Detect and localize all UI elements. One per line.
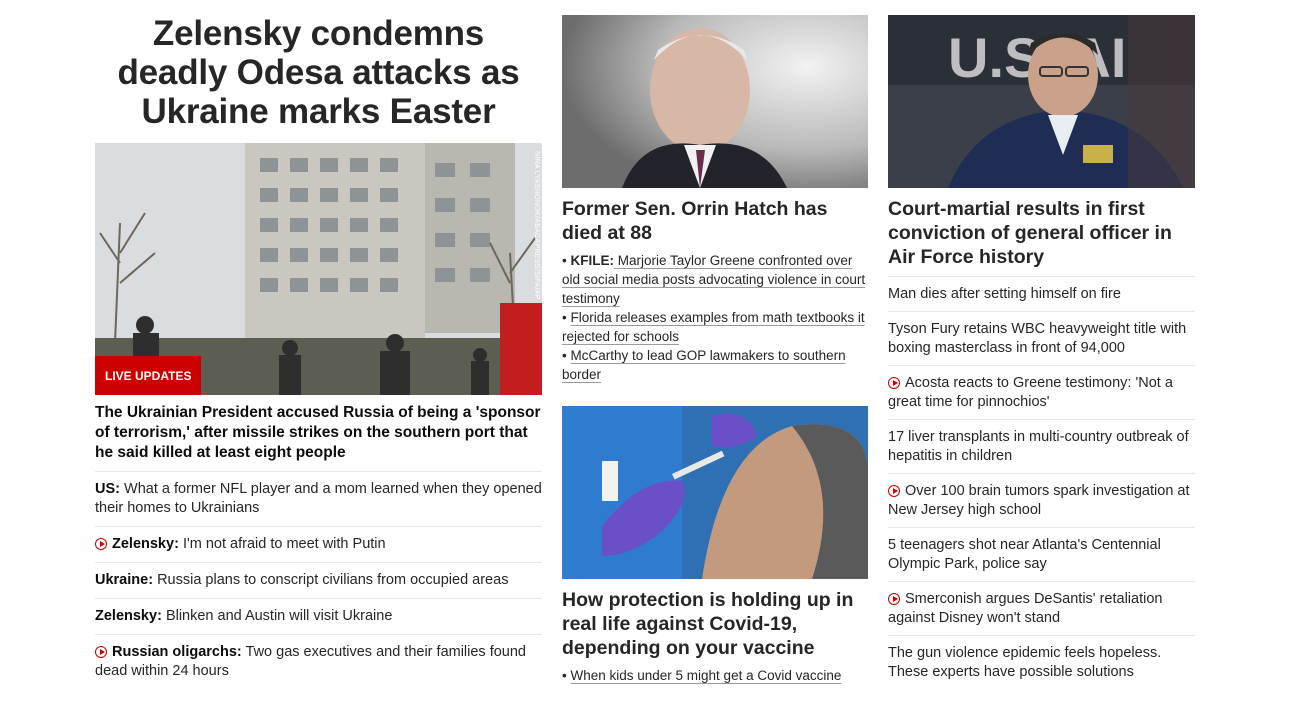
item-text: Over 100 brain tumors spark investigatio… (888, 483, 1190, 518)
headline-item[interactable]: Acosta reacts to Greene testimony: 'Not … (888, 366, 1195, 420)
bullet-text: McCarthy to lead GOP lawmakers to southe… (562, 348, 846, 382)
bullet-item: • McCarthy to lead GOP lawmakers to sout… (562, 348, 846, 382)
photo-credit: NINA LYASHONOK/ABACAPRESS/SIPA/AP (533, 151, 540, 300)
lead-headline: Zelensky condemns deadly Odesa attacks a… (117, 14, 520, 131)
hatch-headline-link[interactable]: Former Sen. Orrin Hatch has died at 88 (562, 197, 868, 245)
vaccine-bullets: • When kids under 5 might get a Covid va… (562, 666, 868, 685)
bullet-link[interactable]: When kids under 5 might get a Covid vacc… (570, 668, 841, 683)
bullet-label: KFILE: (570, 253, 614, 268)
headline-item[interactable]: 5 teenagers shot near Atlanta's Centenni… (888, 528, 1195, 582)
vaccine-injection-photo (562, 406, 868, 579)
bullet-link[interactable]: KFILE: Marjorie Taylor Greene confronted… (562, 253, 865, 306)
general-image[interactable]: U.S. AI (888, 15, 1195, 188)
related-item[interactable]: Ukraine: Russia plans to conscript civil… (95, 563, 542, 599)
play-video-icon (95, 538, 107, 550)
general-headline: Court-martial results in first convictio… (888, 197, 1195, 277)
hatch-bullets: • KFILE: Marjorie Taylor Greene confront… (562, 251, 868, 384)
item-text: Man dies after setting himself on fire (888, 286, 1121, 302)
item-text: Smerconish argues DeSantis' retaliation … (888, 591, 1163, 626)
lead-story-column: Zelensky condemns deadly Odesa attacks a… (95, 0, 542, 689)
right-column: U.S. AI Court-martial results in first c… (888, 0, 1195, 689)
hatch-headline: Former Sen. Orrin Hatch has died at 88 (562, 198, 828, 244)
bullet-item: • Florida releases examples from math te… (562, 310, 865, 344)
bullet-item: • When kids under 5 might get a Covid va… (562, 668, 842, 683)
headline-item[interactable]: Man dies after setting himself on fire (888, 277, 1195, 312)
bullet-link[interactable]: Florida releases examples from math text… (562, 310, 865, 344)
related-item[interactable]: Zelensky: I'm not afraid to meet with Pu… (95, 527, 542, 563)
item-label: Zelensky: (112, 536, 179, 552)
bullet-text: When kids under 5 might get a Covid vacc… (570, 668, 842, 683)
headline-item[interactable]: Tyson Fury retains WBC heavyweight title… (888, 312, 1195, 366)
headline-item[interactable]: Smerconish argues DeSantis' retaliation … (888, 582, 1195, 636)
vaccine-headline: How protection is holding up in real lif… (562, 589, 854, 659)
item-text: Tyson Fury retains WBC heavyweight title… (888, 321, 1187, 356)
item-text: 17 liver transplants in multi-country ou… (888, 429, 1189, 464)
item-text: The gun violence epidemic feels hopeless… (888, 645, 1162, 680)
headline-item[interactable]: The gun violence epidemic feels hopeless… (888, 636, 1195, 689)
lead-summary: The Ukrainian President accused Russia o… (95, 403, 542, 472)
hatch-image[interactable] (562, 15, 868, 188)
item-text: Russia plans to conscript civilians from… (157, 572, 509, 588)
item-text: Blinken and Austin will visit Ukraine (165, 608, 393, 624)
lead-headline-link[interactable]: Zelensky condemns deadly Odesa attacks a… (95, 14, 542, 131)
item-text: What a former NFL player and a mom learn… (95, 481, 542, 516)
item-label: Ukraine: (95, 572, 154, 588)
lead-summary-link[interactable]: The Ukrainian President accused Russia o… (95, 403, 542, 472)
headline-list: Man dies after setting himself on fire T… (888, 277, 1195, 689)
orrin-hatch-photo (562, 15, 868, 188)
bullet-link[interactable]: McCarthy to lead GOP lawmakers to southe… (562, 348, 846, 382)
item-label: Zelensky: (95, 608, 162, 624)
related-item[interactable]: Russian oligarchs: Two gas executives an… (95, 635, 542, 689)
related-item[interactable]: US: What a former NFL player and a mom l… (95, 472, 542, 527)
play-video-icon (888, 377, 900, 389)
bullet-text: Florida releases examples from math text… (562, 310, 865, 344)
lead-related-list: US: What a former NFL player and a mom l… (95, 472, 542, 689)
middle-column: Former Sen. Orrin Hatch has died at 88 •… (562, 0, 868, 685)
play-video-icon (888, 593, 900, 605)
item-text: I'm not afraid to meet with Putin (182, 536, 386, 552)
bullet-item: • KFILE: Marjorie Taylor Greene confront… (562, 253, 866, 306)
item-text: Acosta reacts to Greene testimony: 'Not … (888, 375, 1173, 410)
vaccine-image[interactable] (562, 406, 868, 579)
item-text: 5 teenagers shot near Atlanta's Centenni… (888, 537, 1161, 572)
related-item[interactable]: Zelensky: Blinken and Austin will visit … (95, 599, 542, 635)
headline-item[interactable]: Over 100 brain tumors spark investigatio… (888, 474, 1195, 528)
item-label: Russian oligarchs: (112, 644, 242, 660)
general-headline-link[interactable]: Court-martial results in first convictio… (888, 197, 1195, 277)
item-label: US: (95, 481, 120, 497)
vaccine-headline-link[interactable]: How protection is holding up in real lif… (562, 588, 868, 660)
lead-image[interactable]: NINA LYASHONOK/ABACAPRESS/SIPA/AP LIVE U… (95, 143, 542, 395)
play-video-icon (95, 646, 107, 658)
live-updates-badge: LIVE UPDATES (95, 356, 202, 395)
play-video-icon (888, 485, 900, 497)
air-force-general-photo: U.S. AI (888, 15, 1195, 188)
headline-item[interactable]: 17 liver transplants in multi-country ou… (888, 420, 1195, 474)
